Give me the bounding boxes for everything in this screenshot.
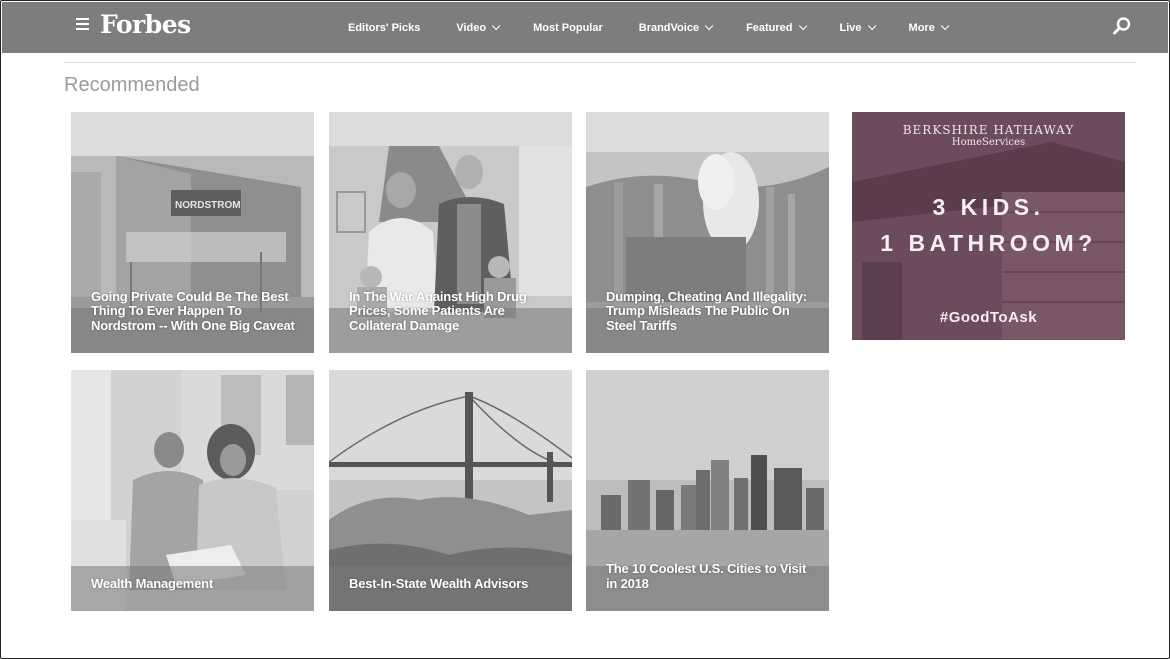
article-card[interactable]: Best-In-State Wealth Advisors — [329, 370, 572, 611]
ad-headline-line2: 1 BATHROOM? — [880, 230, 1097, 256]
ad-hashtag: #GoodToAsk — [939, 309, 1038, 326]
menu-icon[interactable] — [76, 18, 89, 30]
card-title[interactable]: Dumping, Cheating And Illegality: Trump … — [606, 289, 813, 334]
card-title[interactable]: Wealth Management — [91, 576, 298, 592]
nav-item-label: More — [908, 21, 935, 34]
nav-item-more[interactable]: More — [908, 21, 950, 34]
article-card[interactable]: NORDSTROM Going Private Could Be The Bes… — [71, 112, 314, 353]
nav-item-live[interactable]: Live — [839, 21, 876, 34]
card-title[interactable]: The 10 Coolest U.S. Cities to Visit in 2… — [606, 561, 813, 591]
chevron-down-icon — [940, 21, 950, 30]
nav-item-label: Video — [456, 21, 487, 34]
ad-headline-line1: 3 KIDS. — [932, 194, 1045, 220]
ad-brand: BERKSHIRE HATHAWAY — [902, 123, 1075, 137]
nav-item-editors-picks[interactable]: Editors' Picks — [348, 22, 420, 34]
chevron-down-icon — [491, 21, 501, 30]
forbes-logo[interactable]: Forbes — [100, 10, 191, 39]
nav-menu: Editors' Picks Video Most Popular BrandV… — [348, 2, 982, 53]
nav-item-label: Editors' Picks — [348, 21, 421, 34]
svg-text:NORDSTROM: NORDSTROM — [175, 200, 241, 211]
nav-item-label: Most Popular — [533, 21, 603, 34]
card-title[interactable]: Going Private Could Be The Best Thing To… — [91, 289, 298, 334]
nav-item-label: Featured — [746, 21, 793, 34]
section-divider — [64, 62, 1136, 63]
article-card[interactable]: Dumping, Cheating And Illegality: Trump … — [586, 112, 829, 353]
nav-item-label: Live — [839, 21, 862, 34]
top-navigation: Forbes Editors' Picks Video Most Popular… — [2, 2, 1168, 53]
chevron-down-icon — [798, 21, 807, 30]
nav-item-video[interactable]: Video — [456, 21, 501, 34]
advertisement-banner[interactable]: BERKSHIRE HATHAWAY HomeServices 3 KIDS. … — [852, 112, 1125, 340]
section-title: Recommended — [64, 74, 200, 96]
article-card[interactable]: In The War Against High Drug Prices, Som… — [329, 112, 572, 353]
nav-item-brandvoice[interactable]: BrandVoice — [638, 21, 714, 34]
nav-item-featured[interactable]: Featured — [746, 21, 807, 34]
article-card[interactable]: Wealth Management — [71, 370, 314, 611]
article-card[interactable]: The 10 Coolest U.S. Cities to Visit in 2… — [586, 370, 829, 611]
nav-item-most-popular[interactable]: Most Popular — [533, 22, 603, 34]
ad-brand-sub: HomeServices — [951, 137, 1026, 148]
card-title[interactable]: Best-In-State Wealth Advisors — [349, 576, 556, 592]
page-frame: Forbes Editors' Picks Video Most Popular… — [0, 0, 1170, 659]
card-title[interactable]: In The War Against High Drug Prices, Som… — [349, 289, 556, 334]
nav-item-label: BrandVoice — [638, 21, 700, 34]
chevron-down-icon — [867, 21, 876, 30]
chevron-down-icon — [704, 21, 714, 30]
search-icon[interactable] — [1112, 16, 1132, 36]
